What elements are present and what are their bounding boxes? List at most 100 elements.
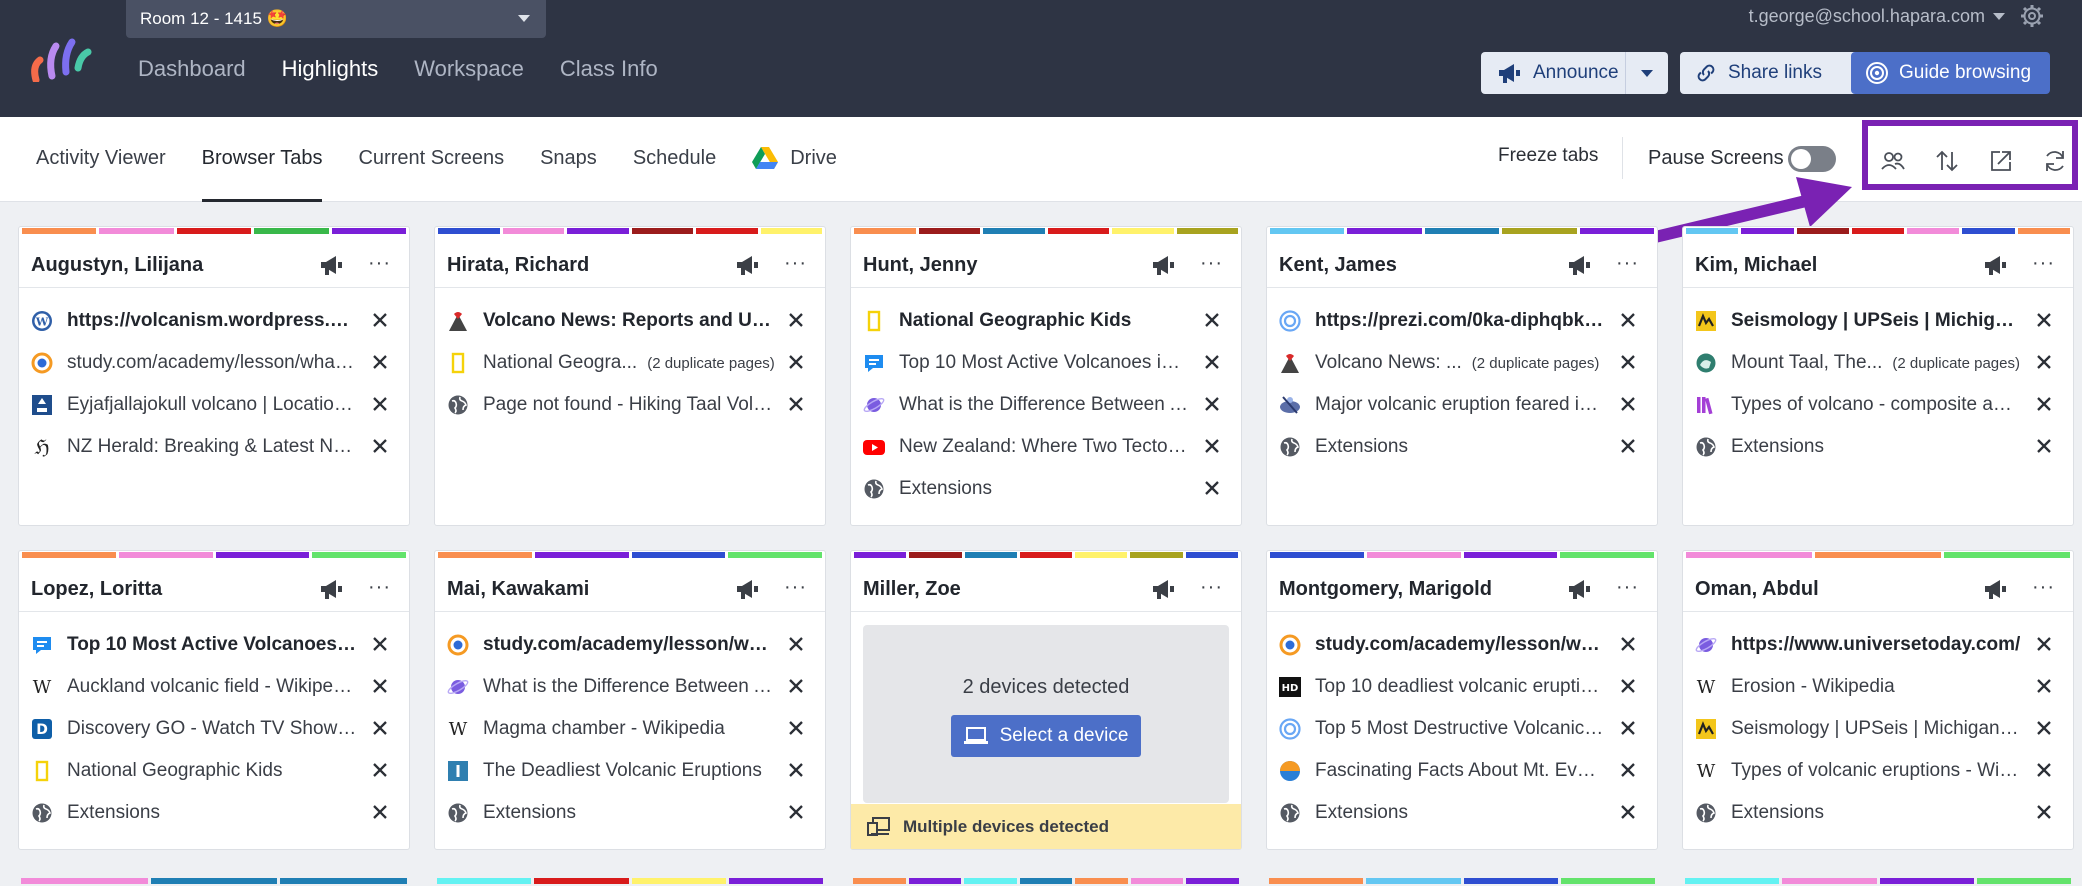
sort-icon[interactable] xyxy=(1934,148,1960,174)
browser-tab-row[interactable]: W Auckland volcanic field - Wikipedia xyxy=(19,666,409,708)
megaphone-icon[interactable] xyxy=(319,254,345,276)
open-external-icon[interactable] xyxy=(1988,148,2014,174)
close-tab-icon[interactable] xyxy=(371,635,389,653)
megaphone-icon[interactable] xyxy=(1983,578,2009,600)
tab-current-screens[interactable]: Current Screens xyxy=(358,147,504,202)
close-tab-icon[interactable] xyxy=(2035,803,2053,821)
browser-tab-row[interactable]: What is the Difference Between A Volcano xyxy=(435,666,825,708)
close-tab-icon[interactable] xyxy=(1619,761,1637,779)
browser-tab-row[interactable]: Extensions xyxy=(851,468,1241,510)
close-tab-icon[interactable] xyxy=(371,677,389,695)
close-tab-icon[interactable] xyxy=(1203,311,1221,329)
student-name[interactable]: Kent, James xyxy=(1279,254,1397,277)
close-tab-icon[interactable] xyxy=(1619,437,1637,455)
chevron-down-icon[interactable] xyxy=(1641,70,1653,77)
browser-tab-row[interactable]: W Erosion - Wikipedia xyxy=(1683,666,2073,708)
browser-tab-row[interactable]: Types of volcano - composite and shield xyxy=(1683,384,2073,426)
browser-tab-row[interactable]: National Geographic Kids xyxy=(851,300,1241,342)
more-options-icon[interactable]: ··· xyxy=(1200,252,1223,275)
browser-tab-row[interactable]: National Geographic Kids xyxy=(19,750,409,792)
browser-tab-row[interactable]: Extensions xyxy=(1683,426,2073,468)
browser-tab-row[interactable]: Major volcanic eruption feared in Indone… xyxy=(1267,384,1657,426)
select-device-button[interactable]: Select a device xyxy=(951,715,1141,757)
megaphone-icon[interactable] xyxy=(735,254,761,276)
close-tab-icon[interactable] xyxy=(787,719,805,737)
close-tab-icon[interactable] xyxy=(1619,719,1637,737)
close-tab-icon[interactable] xyxy=(2035,761,2053,779)
browser-tab-row[interactable]: Extensions xyxy=(1267,792,1657,834)
room-selector[interactable]: Room 12 - 1415 🤩 xyxy=(126,0,546,38)
close-tab-icon[interactable] xyxy=(787,803,805,821)
close-tab-icon[interactable] xyxy=(787,395,805,413)
close-tab-icon[interactable] xyxy=(371,353,389,371)
close-tab-icon[interactable] xyxy=(1203,437,1221,455)
user-menu[interactable]: t.george@school.hapara.com xyxy=(1749,6,2005,27)
more-options-icon[interactable]: ··· xyxy=(2032,252,2055,275)
browser-tab-row[interactable]: Extensions xyxy=(435,792,825,834)
browser-tab-row[interactable]: Whttps://volcanism.wordpress.com/ xyxy=(19,300,409,342)
close-tab-icon[interactable] xyxy=(2035,353,2053,371)
close-tab-icon[interactable] xyxy=(371,719,389,737)
close-tab-icon[interactable] xyxy=(1203,479,1221,497)
close-tab-icon[interactable] xyxy=(1619,311,1637,329)
megaphone-icon[interactable] xyxy=(735,578,761,600)
browser-tab-row[interactable]: Seismology | UPSeis | Michigan Tech xyxy=(1683,300,2073,342)
browser-tab-row[interactable]: Page not found - Hiking Taal Volcano xyxy=(435,384,825,426)
close-tab-icon[interactable] xyxy=(2035,395,2053,413)
megaphone-icon[interactable] xyxy=(1983,254,2009,276)
close-tab-icon[interactable] xyxy=(371,395,389,413)
more-options-icon[interactable]: ··· xyxy=(1616,576,1639,599)
student-name[interactable]: Hirata, Richard xyxy=(447,254,589,277)
browser-tab-row[interactable]: Extensions xyxy=(1267,426,1657,468)
close-tab-icon[interactable] xyxy=(2035,437,2053,455)
browser-tab-row[interactable]: https://www.universetoday.com/ xyxy=(1683,624,2073,666)
student-name[interactable]: Hunt, Jenny xyxy=(863,254,977,277)
close-tab-icon[interactable] xyxy=(787,353,805,371)
browser-tab-row[interactable]: Volcano News: Reports and Updates xyxy=(435,300,825,342)
close-tab-icon[interactable] xyxy=(787,311,805,329)
browser-tab-row[interactable]: What is the Difference Between A Volcano xyxy=(851,384,1241,426)
close-tab-icon[interactable] xyxy=(1619,635,1637,653)
student-name[interactable]: Mai, Kawakami xyxy=(447,578,589,601)
nav-workspace[interactable]: Workspace xyxy=(414,56,524,82)
guide-browsing-button[interactable]: Guide browsing xyxy=(1851,52,2050,94)
freeze-tabs-button[interactable]: Freeze tabs xyxy=(1498,145,1598,167)
close-tab-icon[interactable] xyxy=(371,761,389,779)
student-name[interactable]: Oman, Abdul xyxy=(1695,578,1819,601)
more-options-icon[interactable]: ··· xyxy=(368,252,391,275)
browser-tab-row[interactable]: Extensions xyxy=(1683,792,2073,834)
close-tab-icon[interactable] xyxy=(371,311,389,329)
nav-highlights[interactable]: Highlights xyxy=(282,56,379,82)
more-options-icon[interactable]: ··· xyxy=(2032,576,2055,599)
browser-tab-row[interactable]: Volcano News: ... (2 duplicate pages) xyxy=(1267,342,1657,384)
browser-tab-row[interactable]: ℌ NZ Herald: Breaking & Latest News xyxy=(19,426,409,468)
student-name[interactable]: Lopez, Loritta xyxy=(31,578,162,601)
close-tab-icon[interactable] xyxy=(2035,635,2053,653)
groups-icon[interactable] xyxy=(1880,148,1906,174)
close-tab-icon[interactable] xyxy=(2035,311,2053,329)
tab-browser-tabs[interactable]: Browser Tabs xyxy=(201,147,322,202)
browser-tab-row[interactable]: Extensions xyxy=(19,792,409,834)
browser-tab-row[interactable]: Top 5 Most Destructive Volcanic Eruption… xyxy=(1267,708,1657,750)
share-links-button[interactable]: Share links xyxy=(1680,52,1875,94)
browser-tab-row[interactable]: Mount Taal, The... (2 duplicate pages) xyxy=(1683,342,2073,384)
close-tab-icon[interactable] xyxy=(371,803,389,821)
more-options-icon[interactable]: ··· xyxy=(368,576,391,599)
announce-button[interactable]: Announce xyxy=(1481,52,1668,94)
browser-tab-row[interactable]: study.com/academy/lesson/what-is-a-volca… xyxy=(435,624,825,666)
hapara-logo[interactable] xyxy=(30,36,92,82)
student-name[interactable]: Miller, Zoe xyxy=(863,578,961,601)
close-tab-icon[interactable] xyxy=(787,677,805,695)
close-tab-icon[interactable] xyxy=(787,761,805,779)
close-tab-icon[interactable] xyxy=(787,635,805,653)
student-name[interactable]: Kim, Michael xyxy=(1695,254,1817,277)
browser-tab-row[interactable]: Fascinating Facts About Mt. Everest xyxy=(1267,750,1657,792)
browser-tab-row[interactable]: Top 10 Most Active Volcanoes in the Worl… xyxy=(19,624,409,666)
close-tab-icon[interactable] xyxy=(1619,353,1637,371)
browser-tab-row[interactable]: Top 10 Most Active Volcanoes in the Worl… xyxy=(851,342,1241,384)
megaphone-icon[interactable] xyxy=(1151,254,1177,276)
more-options-icon[interactable]: ··· xyxy=(784,252,807,275)
student-name[interactable]: Montgomery, Marigold xyxy=(1279,578,1492,601)
student-name[interactable]: Augustyn, Lilijana xyxy=(31,254,203,277)
browser-tab-row[interactable]: National Geogra... (2 duplicate pages) xyxy=(435,342,825,384)
